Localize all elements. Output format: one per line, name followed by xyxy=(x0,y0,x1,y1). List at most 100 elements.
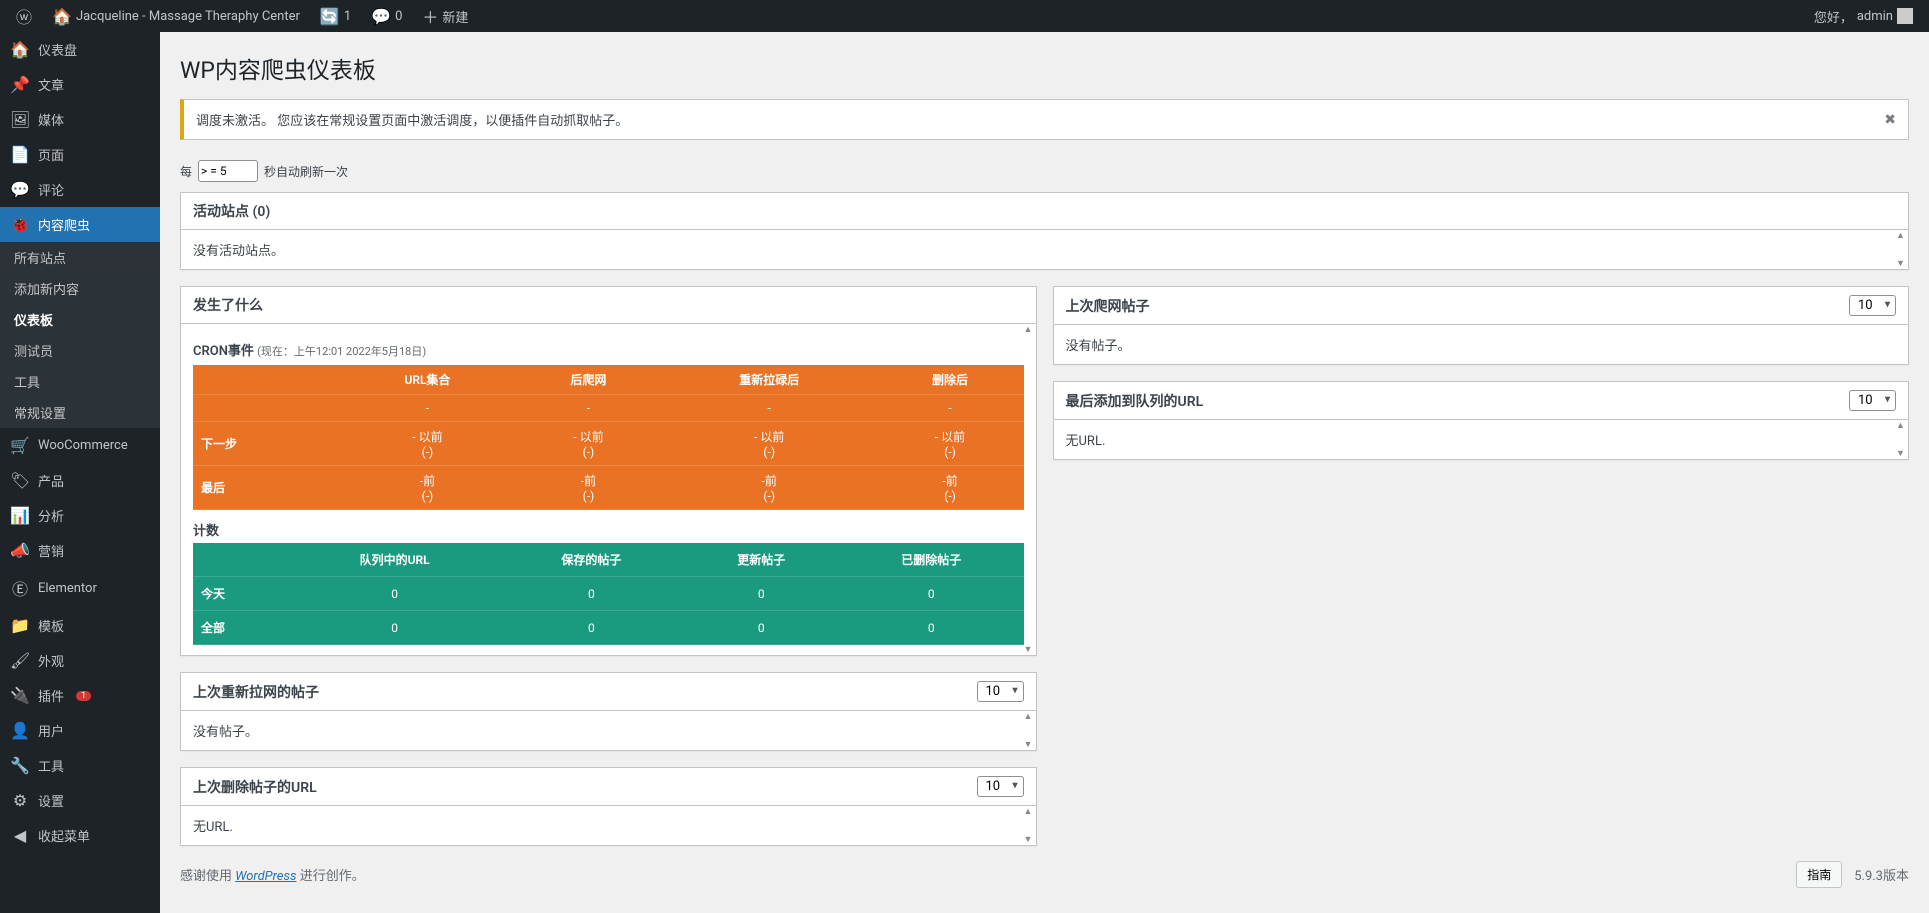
updates-count: 1 xyxy=(344,9,351,24)
wordpress-link[interactable]: WordPress xyxy=(235,869,296,884)
scroll-arrows[interactable]: ▲▼ xyxy=(1024,324,1036,655)
page-title: WP内容爬虫仪表板 xyxy=(180,42,1909,89)
menu-settings[interactable]: ⚙设置 xyxy=(0,783,160,818)
last-crawled-panel: 上次爬网帖子 10 没有帖子。 xyxy=(1053,286,1910,365)
template-icon: 📁 xyxy=(10,616,30,635)
menu-media[interactable]: 🖼媒体 xyxy=(0,102,160,137)
active-sites-title: 活动站点 (0) xyxy=(193,201,270,221)
last-queued-title: 最后添加到队列的URL xyxy=(1066,391,1204,411)
menu-marketing[interactable]: 📣营销 xyxy=(0,533,160,568)
media-icon: 🖼 xyxy=(10,110,30,129)
avatar xyxy=(1897,8,1913,24)
help-button[interactable]: 指南 xyxy=(1796,861,1842,888)
scroll-arrows[interactable]: ▲▼ xyxy=(1896,420,1908,459)
new-label: 新建 xyxy=(442,7,468,26)
admin-sidebar: 🏠仪表盘 📌文章 🖼媒体 📄页面 💬评论 🐞内容爬虫 所有站点 添加新内容 仪表… xyxy=(0,32,160,913)
menu-woocommerce[interactable]: 🛒WooCommerce xyxy=(0,428,160,463)
pin-icon: 📌 xyxy=(10,75,30,94)
plugin-update-badge: 1 xyxy=(76,691,91,701)
last-queued-body: 无URL. xyxy=(1066,434,1106,449)
auto-refresh-row: 每 秒自动刷新一次 xyxy=(180,160,1909,182)
menu-elementor[interactable]: ⒺElementor xyxy=(0,568,160,608)
menu-collapse[interactable]: ◀收起菜单 xyxy=(0,818,160,853)
page-icon: 📄 xyxy=(10,145,30,164)
scroll-arrows[interactable]: ▲▼ xyxy=(1024,711,1036,750)
submenu-dashboard[interactable]: 仪表板 xyxy=(0,304,160,335)
footer-thanks-suffix: 进行创作。 xyxy=(296,869,364,884)
submenu-general-settings[interactable]: 常规设置 xyxy=(0,397,160,428)
gear-icon: ⚙ xyxy=(10,791,30,810)
last-recrawled-panel: 上次重新拉网的帖子 10 没有帖子。 ▲▼ xyxy=(180,672,1037,751)
cron-label: CRON事件 xyxy=(193,344,254,359)
notice-text: 调度未激活。 您应该在常规设置页面中激活调度，以便插件自动抓取帖子。 xyxy=(196,110,628,129)
last-crawled-body: 没有帖子。 xyxy=(1066,339,1131,354)
submenu-add-new[interactable]: 添加新内容 xyxy=(0,273,160,304)
last-deleted-count-select[interactable]: 10 xyxy=(977,776,1024,797)
active-sites-body: 没有活动站点。 xyxy=(193,244,284,259)
menu-templates[interactable]: 📁模板 xyxy=(0,608,160,643)
last-queued-panel: 最后添加到队列的URL 10 无URL. ▲▼ xyxy=(1053,381,1910,460)
comments-count: 0 xyxy=(395,9,402,24)
menu-appearance[interactable]: 🖌外观 xyxy=(0,643,160,678)
username: admin xyxy=(1857,9,1893,24)
last-recrawled-body: 没有帖子。 xyxy=(193,725,258,740)
last-crawled-title: 上次爬网帖子 xyxy=(1066,296,1150,316)
menu-analytics[interactable]: 📊分析 xyxy=(0,498,160,533)
scroll-arrows[interactable]: ▲▼ xyxy=(1024,806,1036,845)
last-deleted-panel: 上次删除帖子的URL 10 无URL. ▲▼ xyxy=(180,767,1037,846)
notice-dismiss-button[interactable]: ✖ xyxy=(1884,112,1896,128)
menu-products[interactable]: 🏷产品 xyxy=(0,463,160,498)
version-text: 5.9.3版本 xyxy=(1854,865,1909,884)
last-recrawled-title: 上次重新拉网的帖子 xyxy=(193,682,319,702)
last-recrawled-count-select[interactable]: 10 xyxy=(977,681,1024,702)
menu-posts[interactable]: 📌文章 xyxy=(0,67,160,102)
collapse-icon: ◀ xyxy=(10,826,30,845)
site-title: Jacqueline - Massage Theraphy Center xyxy=(76,9,300,24)
refresh-suffix: 秒自动刷新一次 xyxy=(264,163,348,180)
refresh-prefix: 每 xyxy=(180,163,192,180)
updates-link[interactable]: 🔄1 xyxy=(312,0,359,32)
submenu-tester[interactable]: 测试员 xyxy=(0,335,160,366)
scroll-arrows[interactable]: ▲▼ xyxy=(1896,230,1908,269)
warning-notice: 调度未激活。 您应该在常规设置页面中激活调度，以便插件自动抓取帖子。 ✖ xyxy=(180,99,1909,140)
counts-table: 队列中的URL 保存的帖子 更新帖子 已删除帖子 今天 0 0 0 0 xyxy=(193,543,1024,645)
admin-toolbar: ⓦ 🏠Jacqueline - Massage Theraphy Center … xyxy=(0,0,1929,32)
wrench-icon: 🔧 xyxy=(10,756,30,775)
last-crawled-count-select[interactable]: 10 xyxy=(1849,295,1896,316)
admin-footer: 感谢使用 WordPress 进行创作。 指南 5.9.3版本 xyxy=(160,846,1929,903)
cron-now: (现在：上午12:01 2022年5月18日) xyxy=(257,345,426,358)
menu-plugins[interactable]: 🔌插件1 xyxy=(0,678,160,713)
menu-pages[interactable]: 📄页面 xyxy=(0,137,160,172)
crawler-submenu: 所有站点 添加新内容 仪表板 测试员 工具 常规设置 xyxy=(0,242,160,428)
user-icon: 👤 xyxy=(10,721,30,740)
submenu-all-sites[interactable]: 所有站点 xyxy=(0,242,160,273)
greeting: 您好， xyxy=(1814,7,1853,26)
last-deleted-body: 无URL. xyxy=(193,820,233,835)
last-deleted-title: 上次删除帖子的URL xyxy=(193,777,317,797)
wp-logo[interactable]: ⓦ xyxy=(8,0,40,32)
elementor-icon: Ⓔ xyxy=(10,576,30,600)
active-sites-panel: 活动站点 (0) 没有活动站点。 ▲▼ xyxy=(180,192,1909,270)
product-icon: 🏷 xyxy=(10,471,30,490)
submenu-tools[interactable]: 工具 xyxy=(0,366,160,397)
counts-title: 计数 xyxy=(193,510,1024,543)
menu-dashboard[interactable]: 🏠仪表盘 xyxy=(0,32,160,67)
main-content: WP内容爬虫仪表板 调度未激活。 您应该在常规设置页面中激活调度，以便插件自动抓… xyxy=(160,32,1929,846)
new-content-link[interactable]: ＋新建 xyxy=(414,0,476,32)
crawler-icon: 🐞 xyxy=(10,215,30,234)
menu-content-crawler[interactable]: 🐞内容爬虫 xyxy=(0,207,160,242)
cron-table: URL集合 后爬网 重新拉碌后 删除后 - - - - xyxy=(193,365,1024,510)
menu-users[interactable]: 👤用户 xyxy=(0,713,160,748)
comment-icon: 💬 xyxy=(10,180,30,199)
plugin-icon: 🔌 xyxy=(10,686,30,705)
footer-thanks-prefix: 感谢使用 xyxy=(180,869,235,884)
site-name-link[interactable]: 🏠Jacqueline - Massage Theraphy Center xyxy=(44,0,308,32)
refresh-interval-input[interactable] xyxy=(198,160,258,182)
comments-link[interactable]: 💬0 xyxy=(363,0,410,32)
analytics-icon: 📊 xyxy=(10,506,30,525)
menu-comments[interactable]: 💬评论 xyxy=(0,172,160,207)
marketing-icon: 📣 xyxy=(10,541,30,560)
last-queued-count-select[interactable]: 10 xyxy=(1849,390,1896,411)
menu-tools[interactable]: 🔧工具 xyxy=(0,748,160,783)
account-link[interactable]: 您好， admin xyxy=(1806,0,1921,32)
